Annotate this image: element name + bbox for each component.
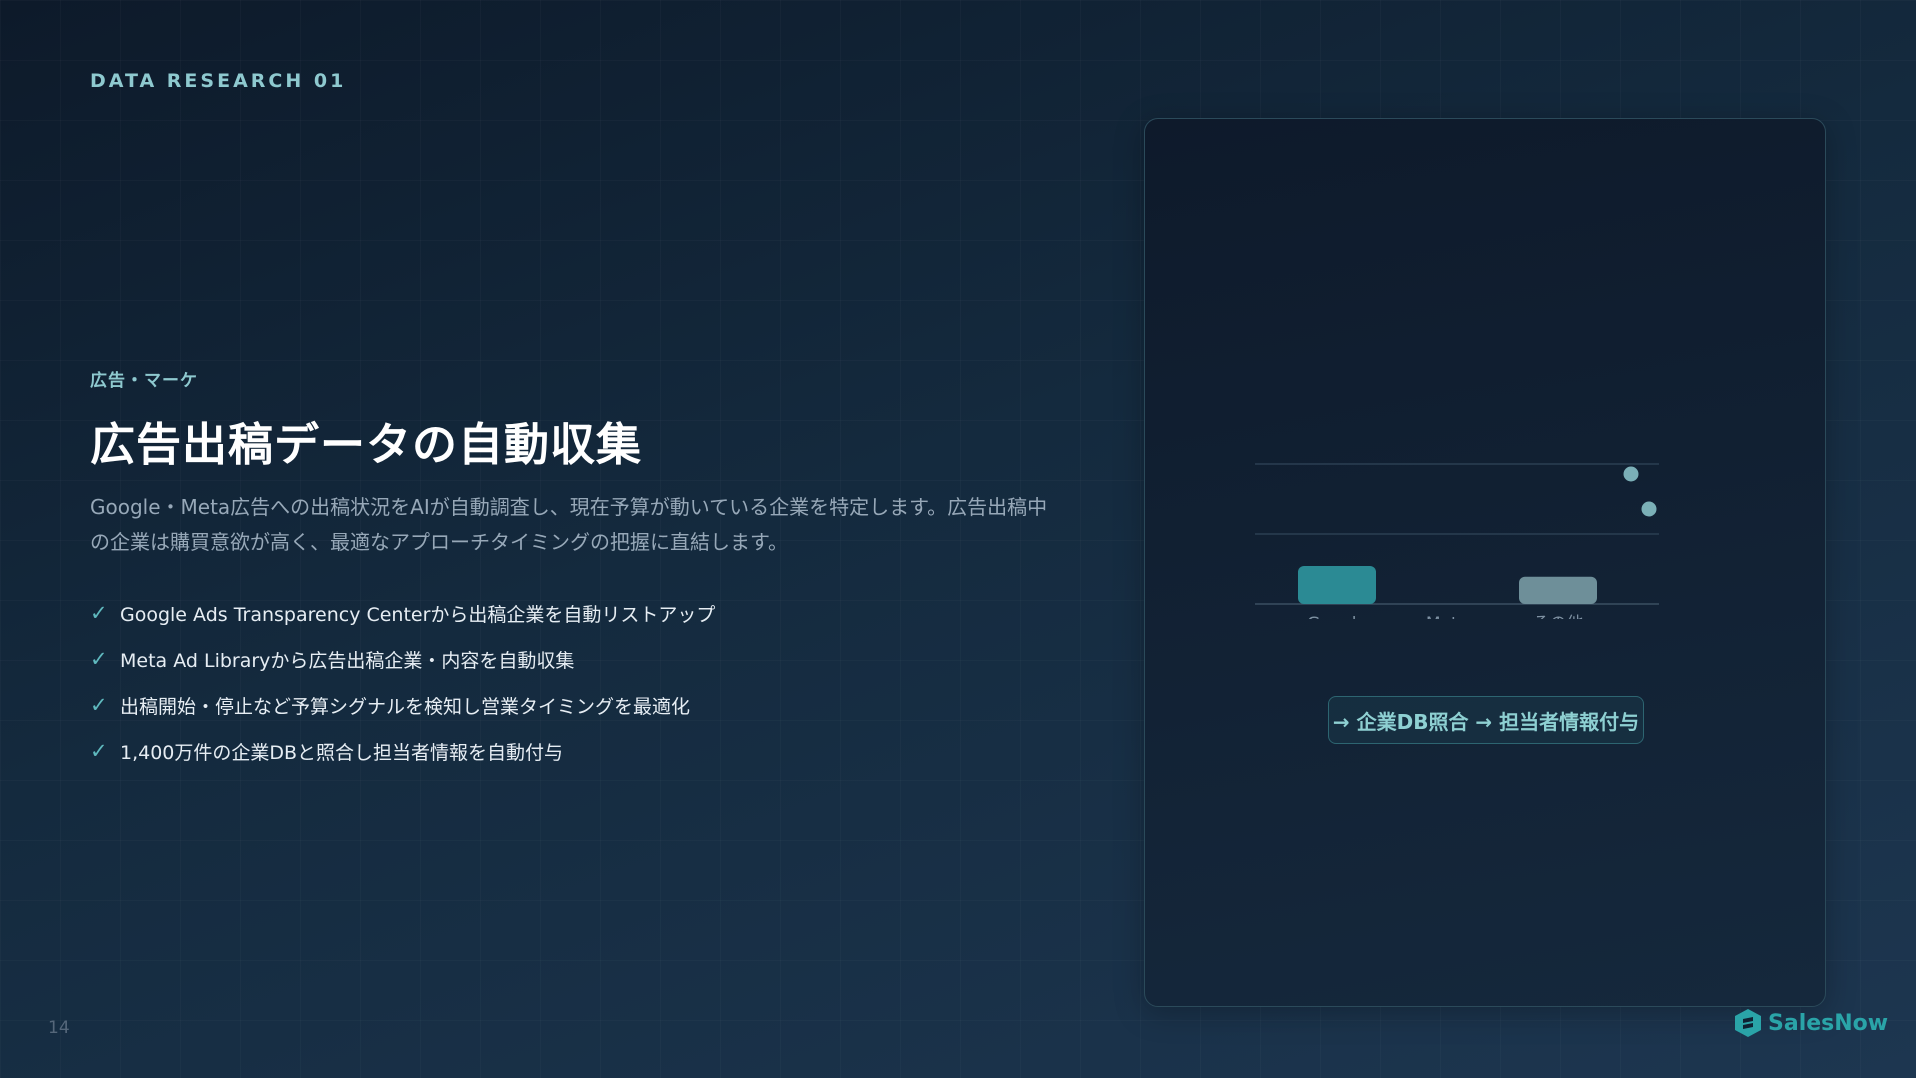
check-icon: ✓ <box>90 739 108 763</box>
feature-text: 出稿開始・停止など予算シグナルを検知し営業タイミングを最適化 <box>120 695 691 718</box>
illustration-card: Google Meta その他 → 企業DB照合 → 担当者情報付与 <box>1144 118 1826 1007</box>
feature-item: ✓ Google Ads Transparency Centerから出稿企業を自… <box>90 590 715 636</box>
feature-text: Google Ads Transparency Centerから出稿企業を自動リ… <box>120 603 716 626</box>
check-icon: ✓ <box>90 601 108 625</box>
check-icon: ✓ <box>90 647 108 671</box>
flow-badge: → 企業DB照合 → 担当者情報付与 <box>1328 696 1644 744</box>
check-icon: ✓ <box>90 693 108 717</box>
chart-dot <box>1623 466 1639 482</box>
feature-list: ✓ Google Ads Transparency Centerから出稿企業を自… <box>90 590 715 774</box>
feature-text: 1,400万件の企業DBと照合し担当者情報を自動付与 <box>120 741 564 764</box>
chart-category-label: Meta <box>1426 614 1468 619</box>
feature-item: ✓ 1,400万件の企業DBと照合し担当者情報を自動付与 <box>90 728 715 774</box>
salesnow-logo: SalesNow <box>1734 1008 1888 1038</box>
salesnow-hexagon-icon <box>1735 1009 1761 1037</box>
chart-dot <box>1641 501 1657 517</box>
chart-category-label: Google <box>1307 614 1367 619</box>
feature-item: ✓ 出稿開始・停止など予算シグナルを検知し営業タイミングを最適化 <box>90 682 715 728</box>
logo-text: SalesNow <box>1768 1010 1889 1036</box>
chart-bar <box>1298 566 1376 604</box>
chart-bar <box>1519 576 1597 604</box>
ad-platform-bar-chart: Google Meta その他 <box>1255 463 1659 619</box>
description: Google・Meta広告への出稿状況をAIが自動調査し、現在予算が動いている企… <box>90 495 1048 554</box>
section-label: DATA RESEARCH 01 <box>90 70 347 92</box>
category-label: 広告・マーケ <box>90 371 198 391</box>
feature-text: Meta Ad Libraryから広告出稿企業・内容を自動収集 <box>120 649 575 672</box>
chart-category-label: その他 <box>1533 614 1584 619</box>
page-title: 広告出稿データの自動収集 <box>90 418 643 471</box>
feature-item: ✓ Meta Ad Libraryから広告出稿企業・内容を自動収集 <box>90 636 715 682</box>
page-number: 14 <box>48 1018 70 1038</box>
